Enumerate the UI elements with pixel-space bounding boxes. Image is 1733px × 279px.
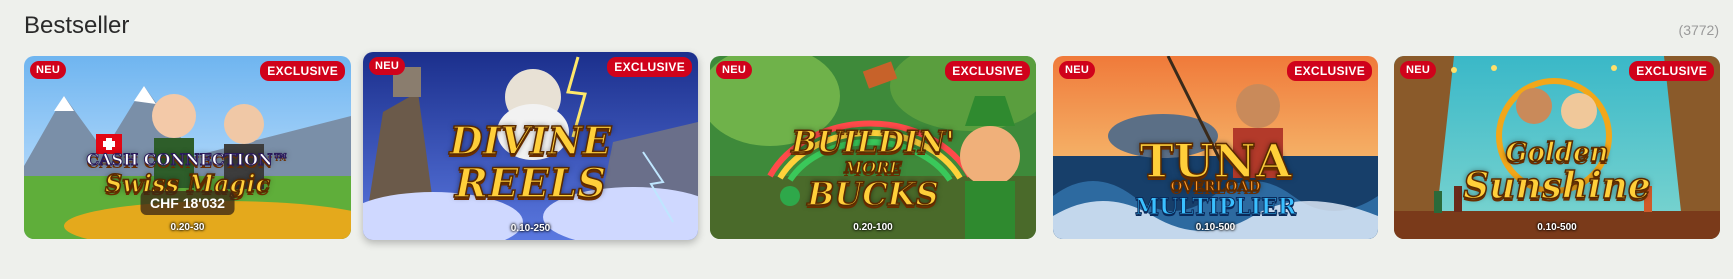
new-badge: NEU bbox=[369, 57, 406, 75]
new-badge: NEU bbox=[716, 61, 753, 79]
exclusive-badge: EXCLUSIVE bbox=[1629, 61, 1714, 81]
game-title-line1: CASH CONNECTION™ bbox=[86, 150, 289, 169]
exclusive-badge: EXCLUSIVE bbox=[607, 57, 692, 77]
exclusive-badge: EXCLUSIVE bbox=[945, 61, 1030, 81]
game-card-divine-reels[interactable]: DIVINE REELS NEU EXCLUSIVE 0.10-250 bbox=[363, 52, 698, 240]
exclusive-badge: EXCLUSIVE bbox=[260, 61, 345, 81]
game-title-line1: BUILDIN' bbox=[791, 125, 956, 160]
game-title-line1: TUNA bbox=[1139, 134, 1293, 188]
game-title-line2: OVERLOAD bbox=[1170, 179, 1262, 195]
game-card-buildin-more-bucks[interactable]: BUILDIN' MORE BUCKS NEU EXCLUSIVE 0.20-1… bbox=[710, 56, 1036, 239]
game-title-line3: BUCKS bbox=[807, 175, 940, 213]
stake-range: 0.10-500 bbox=[1537, 222, 1577, 233]
game-title-line1: Golden bbox=[1505, 138, 1610, 168]
game-title-line2: REELS bbox=[454, 160, 607, 207]
stake-range: 0.10-500 bbox=[1195, 222, 1236, 233]
game-card-swiss-magic[interactable]: CASH CONNECTION™ Swiss Magic CHF 18'032 … bbox=[24, 56, 351, 239]
stake-range: 0.20-30 bbox=[170, 222, 205, 233]
jackpot-amount: CHF 18'032 bbox=[140, 191, 235, 215]
game-title-line3: MULTIPLIER bbox=[1134, 194, 1297, 220]
game-card-tuna-overload[interactable]: TUNA OVERLOAD MULTIPLIER NEU EXCLUSIVE 0… bbox=[1053, 56, 1378, 239]
stake-range: 0.20-100 bbox=[853, 222, 893, 233]
new-badge: NEU bbox=[1400, 61, 1437, 79]
game-title-line2: Sunshine bbox=[1462, 165, 1651, 207]
new-badge: NEU bbox=[30, 61, 67, 79]
section-title: Bestseller bbox=[24, 12, 130, 39]
stake-range: 0.10-250 bbox=[510, 223, 551, 234]
game-title-line2: MORE bbox=[844, 158, 903, 177]
game-title-line1: DIVINE bbox=[449, 118, 612, 163]
new-badge: NEU bbox=[1059, 61, 1096, 79]
game-card-golden-sunshine[interactable]: Golden Sunshine NEU EXCLUSIVE 0.10-500 bbox=[1394, 56, 1720, 239]
exclusive-badge: EXCLUSIVE bbox=[1287, 61, 1372, 81]
result-count: (3772) bbox=[1678, 22, 1719, 38]
